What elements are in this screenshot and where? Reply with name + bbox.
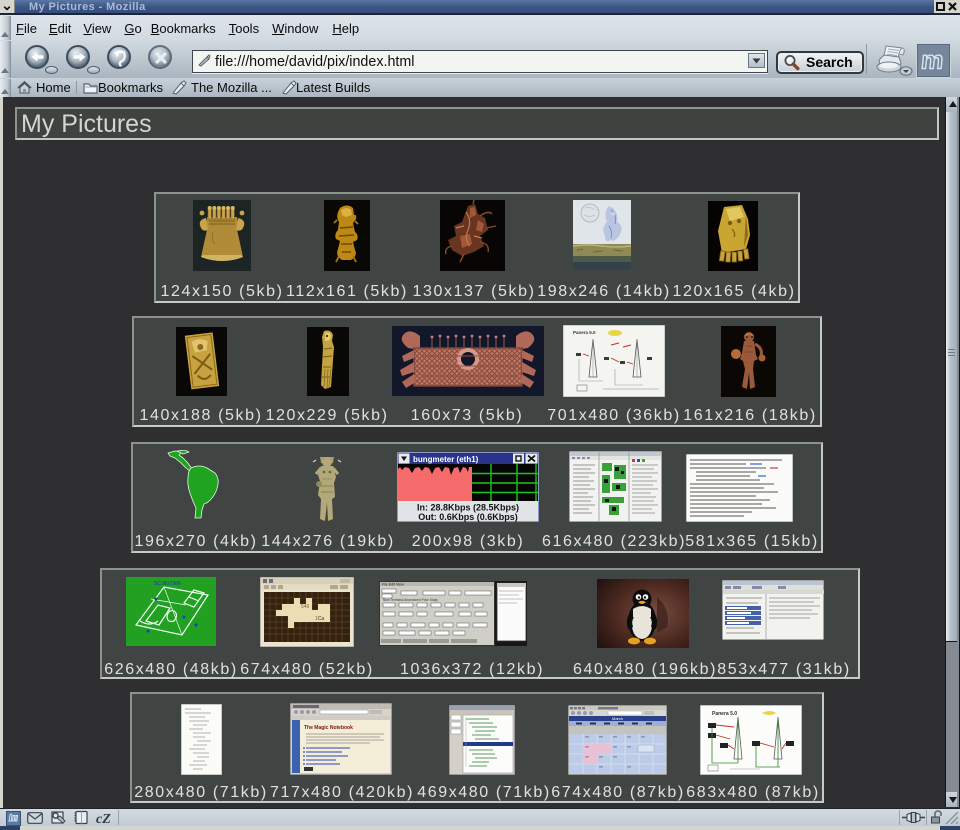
svg-text:m: m <box>920 47 945 75</box>
svg-text:Panera 5.0: Panera 5.0 <box>573 330 596 335</box>
svg-text:546: 546 <box>301 604 310 610</box>
svg-text:SC.W.I7366: SC.W.I7366 <box>154 581 181 587</box>
svg-text:March: March <box>612 716 623 721</box>
svg-text:Panera 5.0: Panera 5.0 <box>712 711 737 717</box>
svg-text:Out: 0.6Kbps (0.6Kbps): Out: 0.6Kbps (0.6Kbps) <box>418 512 518 522</box>
svg-text:cZ: cZ <box>96 812 111 824</box>
svg-text:bungmeter (eth1): bungmeter (eth1) <box>413 455 479 464</box>
svg-text:File Edit View: File Edit View <box>382 583 404 587</box>
svg-text:Num Territorial Abandone: Num Territorial Abandoned Price Study <box>383 598 438 602</box>
svg-text:The Magic Notebook: The Magic Notebook <box>304 725 353 731</box>
svg-text:In: 28.8Kbps (28.5Kbps): In: 28.8Kbps (28.5Kbps) <box>417 503 519 513</box>
svg-text:1Ca: 1Ca <box>315 616 324 622</box>
